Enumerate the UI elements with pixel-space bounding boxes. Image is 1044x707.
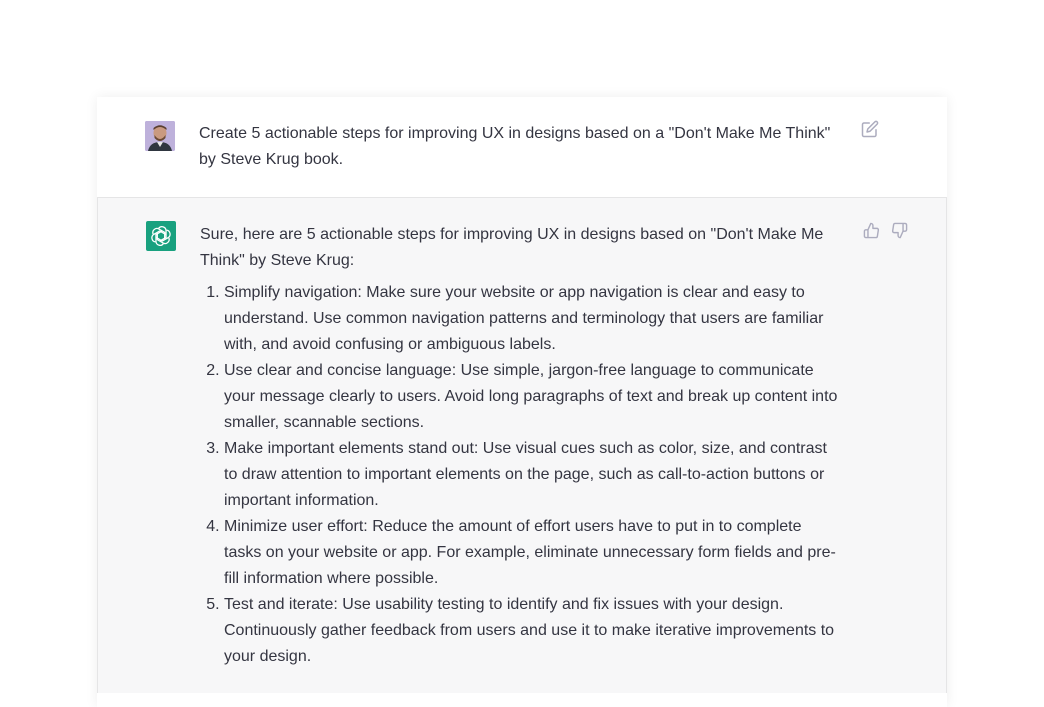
steps-list: Simplify navigation: Make sure your webs… xyxy=(200,280,840,670)
user-avatar xyxy=(145,121,175,151)
assistant-intro: Sure, here are 5 actionable steps for im… xyxy=(200,226,824,269)
list-item: Make important elements stand out: Use v… xyxy=(224,436,840,514)
conversation-footer xyxy=(97,693,947,707)
user-message-text: Create 5 actionable steps for improving … xyxy=(199,125,831,168)
chat-conversation: Create 5 actionable steps for improving … xyxy=(97,97,947,707)
list-item: Test and iterate: Use usability testing … xyxy=(224,592,840,670)
assistant-message-row: Sure, here are 5 actionable steps for im… xyxy=(97,198,947,693)
list-item: Simplify navigation: Make sure your webs… xyxy=(224,280,840,358)
thumbs-down-icon[interactable] xyxy=(889,220,909,240)
user-photo-icon xyxy=(145,121,175,151)
list-item: Use clear and concise language: Use simp… xyxy=(224,358,840,436)
thumbs-up-icon[interactable] xyxy=(861,220,881,240)
user-message-row: Create 5 actionable steps for improving … xyxy=(97,97,947,198)
assistant-message-text: Sure, here are 5 actionable steps for im… xyxy=(200,222,840,670)
openai-logo-icon xyxy=(151,226,171,246)
edit-icon[interactable] xyxy=(860,119,880,139)
assistant-avatar xyxy=(146,221,176,251)
list-item: Minimize user effort: Reduce the amount … xyxy=(224,514,840,592)
